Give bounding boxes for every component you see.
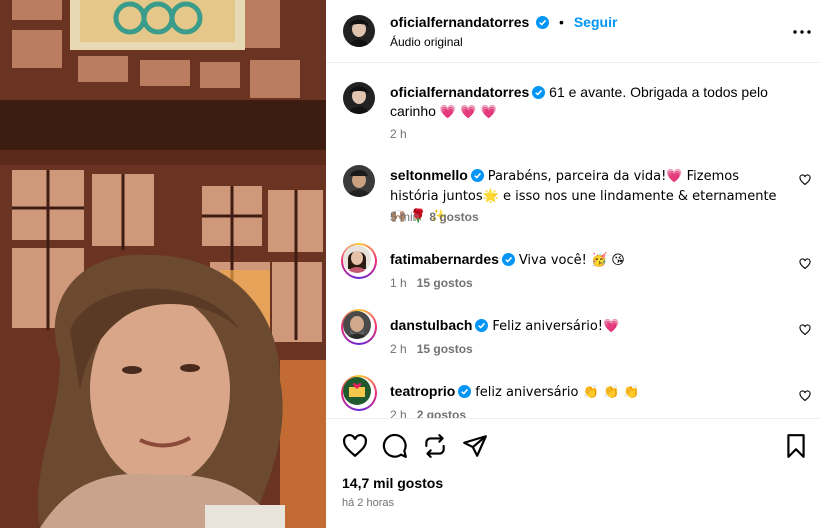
verified-icon [501,253,515,266]
post-time: há 2 horas [342,497,394,509]
comment-time: 1 h [390,276,407,290]
separator-dot: • [559,14,564,30]
verified-icon [458,385,472,398]
comment-avatar[interactable] [343,165,375,197]
comment-text: Feliz aniversário!💗 [492,319,620,334]
verified-icon [536,16,550,29]
comment-likes[interactable]: 15 gostos [417,276,473,290]
heart-icon[interactable] [799,174,811,186]
comment-avatar [343,311,371,339]
comment-time: 2 h [390,342,407,356]
comment-username[interactable]: danstulbach [390,317,472,333]
share-icon[interactable] [422,433,448,459]
story-ring[interactable] [341,375,377,411]
heart-icon[interactable] [799,324,811,336]
action-bar: 14,7 mil gostos há 2 horas [326,418,821,528]
comment-icon[interactable] [382,433,408,459]
story-ring[interactable] [341,309,377,345]
verified-icon [475,319,489,332]
comment-username[interactable]: teatroprio [390,383,455,399]
comment-username[interactable]: fatimabernardes [390,251,499,267]
comment-avatar [343,377,371,405]
comment-time: 5 min [390,210,420,224]
post-panel: oficialfernandatorres • Seguir Áudio ori… [326,0,821,528]
comment-avatar [343,245,371,273]
caption-time: 2 h [390,127,407,141]
comment-likes[interactable]: 15 gostos [417,342,473,356]
like-heart-icon[interactable] [342,433,368,459]
post-header: oficialfernandatorres • Seguir Áudio ori… [326,0,821,63]
comment-likes[interactable]: 2 gostos [417,408,466,418]
comment-text: Viva você! 🥳 😘 [518,253,625,268]
heart-icon[interactable] [799,258,811,270]
follow-button[interactable]: Seguir [574,14,618,30]
save-icon[interactable] [783,433,809,459]
comment-text: feliz aniversário 👏 👏 👏 [475,385,640,400]
more-icon[interactable] [792,22,812,42]
post-photo [0,0,326,528]
likes-count[interactable]: 14,7 mil gostos [342,475,443,491]
send-icon[interactable] [462,433,488,459]
comment-likes[interactable]: 8 gostos [429,210,478,224]
verified-icon [532,86,546,99]
comment-username[interactable]: seltonmello [390,167,468,183]
author-avatar[interactable] [343,15,375,47]
story-ring[interactable] [341,243,377,279]
comment-time: 2 h [390,408,407,418]
comments-list[interactable]: oficialfernandatorres 61 e avante. Obrig… [326,63,821,418]
caption-username[interactable]: oficialfernandatorres [390,84,529,100]
caption-avatar[interactable] [343,82,375,114]
verified-icon [470,169,484,182]
author-username[interactable]: oficialfernandatorres [390,14,529,30]
caption-emoji: 💗 💗 💗 [439,105,497,120]
heart-icon[interactable] [799,390,811,402]
post-media[interactable] [0,0,326,528]
audio-label[interactable]: Áudio original [390,35,463,49]
